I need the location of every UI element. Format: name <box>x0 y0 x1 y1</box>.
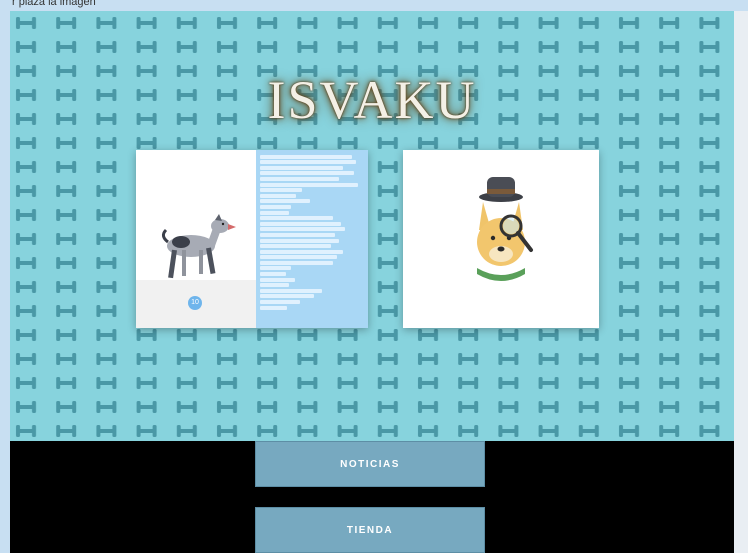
card-detective-dog[interactable] <box>403 150 599 328</box>
scrollbar[interactable] <box>733 11 748 553</box>
count-badge: 10 <box>188 296 202 310</box>
card-dog-walk[interactable]: 10 <box>136 150 368 328</box>
navigation: NOTICIAS TIENDA <box>10 441 734 553</box>
species-list <box>256 150 368 328</box>
walking-dog-illustration: 10 <box>136 150 256 328</box>
top-strip: r plaza la imagen <box>0 0 748 11</box>
header-partial-text: r plaza la imagen <box>12 0 96 8</box>
detective-dog-icon <box>477 177 533 281</box>
left-edge <box>0 11 10 553</box>
bone-pattern-background: ISVAKU 10 <box>10 11 734 441</box>
tienda-button[interactable]: TIENDA <box>255 507 485 553</box>
noticias-button[interactable]: NOTICIAS <box>255 441 485 487</box>
site-title: ISVAKU <box>267 70 477 130</box>
